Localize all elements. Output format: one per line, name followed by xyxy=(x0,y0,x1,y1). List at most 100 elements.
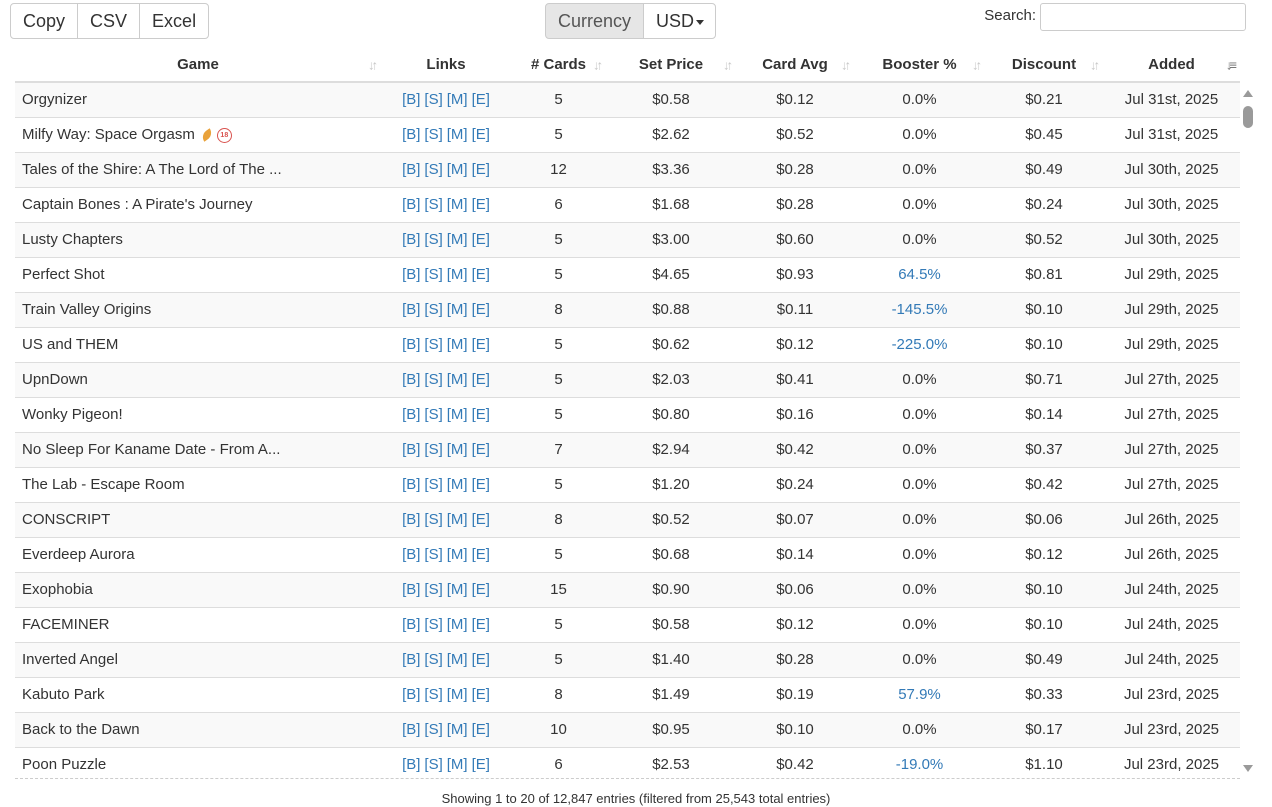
link-e[interactable]: [E] xyxy=(472,266,490,283)
link-b[interactable]: [B] xyxy=(402,511,420,528)
link-e[interactable]: [E] xyxy=(472,301,490,318)
game-name[interactable]: Lusty Chapters xyxy=(22,231,123,248)
link-e[interactable]: [E] xyxy=(472,546,490,563)
game-name[interactable]: Tales of the Shire: A The Lord of The ..… xyxy=(22,161,282,178)
link-m[interactable]: [M] xyxy=(447,91,468,108)
link-m[interactable]: [M] xyxy=(447,581,468,598)
link-b[interactable]: [B] xyxy=(402,161,420,178)
booster-link[interactable]: -225.0% xyxy=(892,336,948,353)
link-m[interactable]: [M] xyxy=(447,196,468,213)
link-e[interactable]: [E] xyxy=(472,756,490,773)
game-name[interactable]: Inverted Angel xyxy=(22,651,118,668)
scroll-down-arrow-icon[interactable] xyxy=(1243,765,1253,772)
link-m[interactable]: [M] xyxy=(447,126,468,143)
link-m[interactable]: [M] xyxy=(447,721,468,738)
column-header-added[interactable]: Added ↓≡ xyxy=(1103,48,1240,83)
game-name[interactable]: Kabuto Park xyxy=(22,686,105,703)
column-header-discount[interactable]: Discount ↓↑ xyxy=(985,48,1103,83)
link-b[interactable]: [B] xyxy=(402,721,420,738)
game-name[interactable]: Back to the Dawn xyxy=(22,721,140,738)
link-e[interactable]: [E] xyxy=(472,161,490,178)
link-b[interactable]: [B] xyxy=(402,546,420,563)
table-scrollbar[interactable] xyxy=(1240,84,1256,778)
game-name[interactable]: Wonky Pigeon! xyxy=(22,406,123,423)
link-m[interactable]: [M] xyxy=(447,161,468,178)
link-m[interactable]: [M] xyxy=(447,266,468,283)
game-name[interactable]: Perfect Shot xyxy=(22,266,105,283)
link-b[interactable]: [B] xyxy=(402,581,420,598)
link-b[interactable]: [B] xyxy=(402,371,420,388)
link-s[interactable]: [S] xyxy=(424,231,442,248)
link-m[interactable]: [M] xyxy=(447,546,468,563)
game-name[interactable]: No Sleep For Kaname Date - From A... xyxy=(22,441,280,458)
link-s[interactable]: [S] xyxy=(424,126,442,143)
link-m[interactable]: [M] xyxy=(447,231,468,248)
link-m[interactable]: [M] xyxy=(447,616,468,633)
link-s[interactable]: [S] xyxy=(424,651,442,668)
scroll-thumb[interactable] xyxy=(1243,106,1253,128)
link-s[interactable]: [S] xyxy=(424,476,442,493)
link-e[interactable]: [E] xyxy=(472,476,490,493)
booster-link[interactable]: -19.0% xyxy=(896,756,944,773)
link-s[interactable]: [S] xyxy=(424,266,442,283)
link-e[interactable]: [E] xyxy=(472,651,490,668)
link-b[interactable]: [B] xyxy=(402,406,420,423)
link-b[interactable]: [B] xyxy=(402,301,420,318)
game-name[interactable]: CONSCRIPT xyxy=(22,511,110,528)
link-m[interactable]: [M] xyxy=(447,476,468,493)
link-b[interactable]: [B] xyxy=(402,616,420,633)
link-s[interactable]: [S] xyxy=(424,511,442,528)
link-e[interactable]: [E] xyxy=(472,126,490,143)
column-header-card-avg[interactable]: Card Avg ↓↑ xyxy=(736,48,854,83)
link-b[interactable]: [B] xyxy=(402,126,420,143)
copy-button[interactable]: Copy xyxy=(10,3,79,39)
link-s[interactable]: [S] xyxy=(424,91,442,108)
link-e[interactable]: [E] xyxy=(472,336,490,353)
link-b[interactable]: [B] xyxy=(402,91,420,108)
currency-dropdown[interactable]: USD xyxy=(643,3,716,39)
link-s[interactable]: [S] xyxy=(424,441,442,458)
link-s[interactable]: [S] xyxy=(424,581,442,598)
link-b[interactable]: [B] xyxy=(402,336,420,353)
link-s[interactable]: [S] xyxy=(424,721,442,738)
link-e[interactable]: [E] xyxy=(472,196,490,213)
link-s[interactable]: [S] xyxy=(424,686,442,703)
link-m[interactable]: [M] xyxy=(447,336,468,353)
game-name[interactable]: UpnDown xyxy=(22,371,88,388)
link-m[interactable]: [M] xyxy=(447,441,468,458)
game-name[interactable]: The Lab - Escape Room xyxy=(22,476,185,493)
game-name[interactable]: Poon Puzzle xyxy=(22,756,106,773)
link-s[interactable]: [S] xyxy=(424,301,442,318)
game-name[interactable]: Exophobia xyxy=(22,581,93,598)
booster-link[interactable]: -145.5% xyxy=(892,301,948,318)
game-name[interactable]: Train Valley Origins xyxy=(22,301,151,318)
link-b[interactable]: [B] xyxy=(402,196,420,213)
game-name[interactable]: Everdeep Aurora xyxy=(22,546,135,563)
link-b[interactable]: [B] xyxy=(402,476,420,493)
game-name[interactable]: Captain Bones : A Pirate's Journey xyxy=(22,196,253,213)
link-e[interactable]: [E] xyxy=(472,616,490,633)
game-name[interactable]: Milfy Way: Space Orgasm xyxy=(22,126,195,143)
link-e[interactable]: [E] xyxy=(472,406,490,423)
link-m[interactable]: [M] xyxy=(447,756,468,773)
scroll-up-arrow-icon[interactable] xyxy=(1243,90,1253,97)
column-header-booster[interactable]: Booster % ↓↑ xyxy=(854,48,985,83)
link-e[interactable]: [E] xyxy=(472,371,490,388)
link-e[interactable]: [E] xyxy=(472,581,490,598)
link-b[interactable]: [B] xyxy=(402,756,420,773)
link-s[interactable]: [S] xyxy=(424,161,442,178)
link-s[interactable]: [S] xyxy=(424,546,442,563)
link-e[interactable]: [E] xyxy=(472,511,490,528)
game-name[interactable]: US and THEM xyxy=(22,336,118,353)
booster-link[interactable]: 64.5% xyxy=(898,266,941,283)
link-s[interactable]: [S] xyxy=(424,336,442,353)
link-e[interactable]: [E] xyxy=(472,441,490,458)
booster-link[interactable]: 57.9% xyxy=(898,686,941,703)
link-b[interactable]: [B] xyxy=(402,686,420,703)
link-m[interactable]: [M] xyxy=(447,686,468,703)
link-e[interactable]: [E] xyxy=(472,91,490,108)
search-input[interactable] xyxy=(1040,3,1246,31)
column-header-game[interactable]: Game ↓↑ xyxy=(15,48,381,83)
link-e[interactable]: [E] xyxy=(472,721,490,738)
link-s[interactable]: [S] xyxy=(424,616,442,633)
